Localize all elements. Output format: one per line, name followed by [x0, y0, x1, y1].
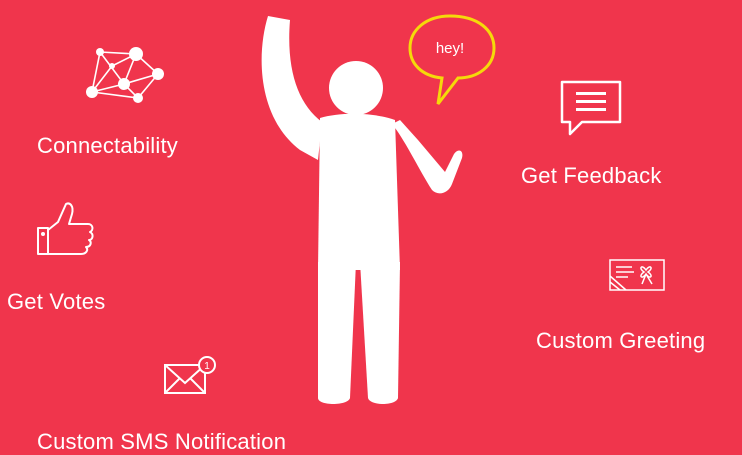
- speech-bubble: [408, 14, 496, 105]
- custom-greeting-label: Custom Greeting: [536, 328, 706, 353]
- chat-bubble-icon: [558, 78, 624, 136]
- person-head: [329, 61, 383, 115]
- svg-text:1: 1: [204, 361, 210, 372]
- person-left-leg: [318, 262, 356, 404]
- person-right-leg: [360, 262, 400, 404]
- person-torso: [318, 113, 400, 271]
- person-bent-arm: [392, 120, 463, 194]
- custom-sms-label: Custom SMS Notification: [37, 429, 287, 454]
- get-feedback-label: Get Feedback: [521, 163, 662, 188]
- envelope-notification-icon: 1: [163, 355, 221, 397]
- get-votes-label: Get Votes: [7, 289, 106, 314]
- greeting-card-icon: [608, 258, 666, 292]
- thumbs-up-icon: [36, 200, 96, 256]
- connectability-label: Connectability: [37, 133, 178, 158]
- person-raised-arm: [261, 16, 322, 160]
- network-icon: [82, 44, 166, 106]
- speech-bubble-text: hey!: [435, 40, 465, 57]
